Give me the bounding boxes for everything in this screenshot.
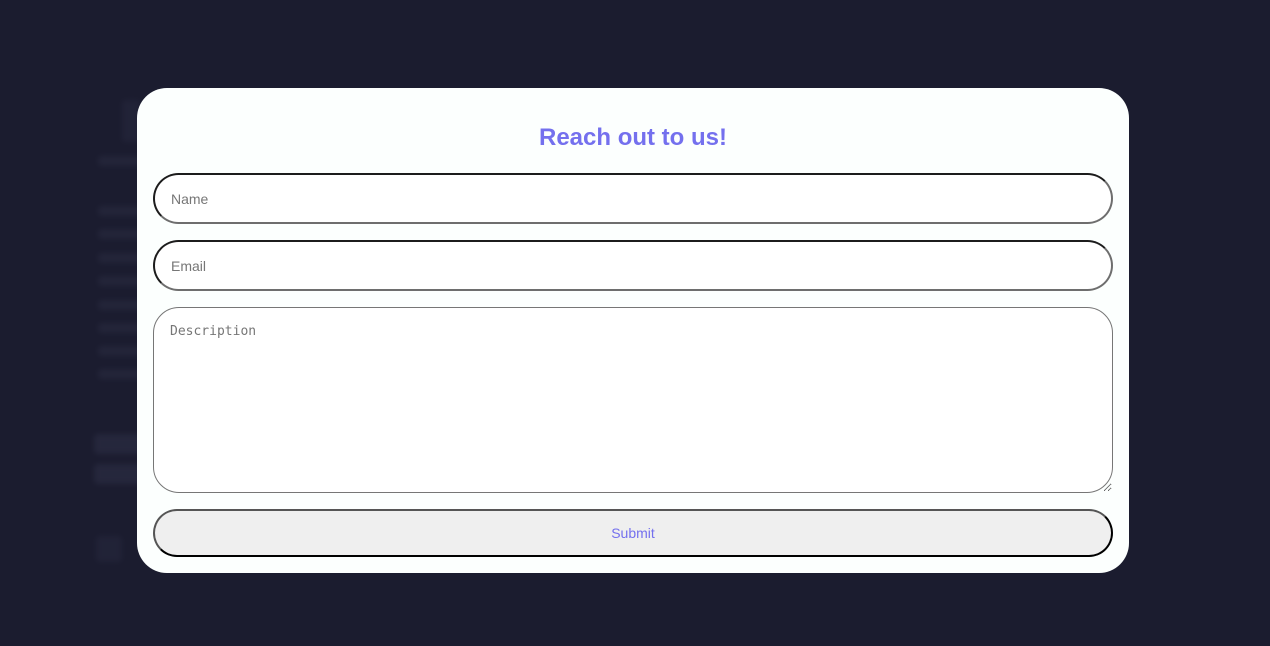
name-input[interactable] — [153, 173, 1113, 224]
description-textarea[interactable] — [153, 307, 1113, 493]
submit-button[interactable]: Submit — [153, 509, 1113, 557]
email-input[interactable] — [153, 240, 1113, 291]
background-square — [96, 536, 122, 562]
contact-modal: Reach out to us! Submit — [137, 88, 1129, 573]
modal-title: Reach out to us! — [538, 124, 727, 151]
